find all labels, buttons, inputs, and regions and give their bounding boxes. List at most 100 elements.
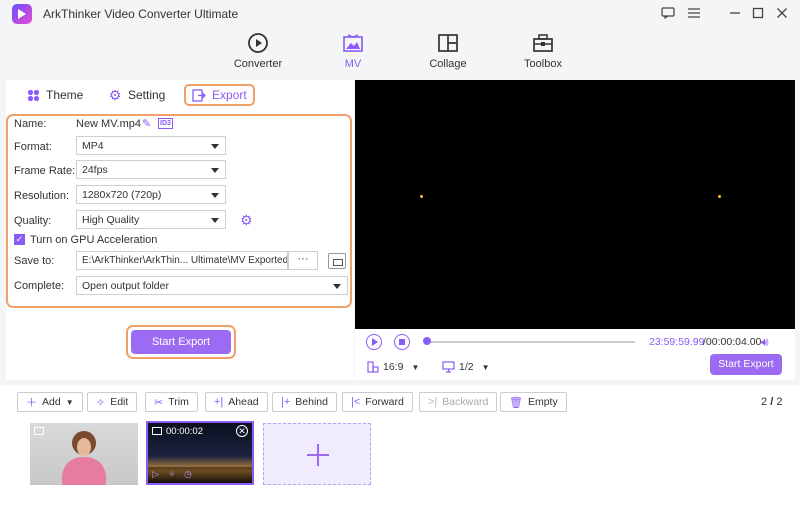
resolution-value: 1280x720 (720p) — [82, 189, 162, 201]
chevron-down-icon — [211, 193, 219, 198]
start-export-highlight: Start Export — [126, 325, 236, 359]
name-label: Name: — [14, 118, 47, 130]
start-export-small-button[interactable]: Start Export — [710, 354, 782, 375]
trim-button[interactable]: ✂ Trim — [145, 392, 198, 412]
quality-settings-gear-icon[interactable]: ⚙ — [240, 212, 253, 229]
tab-theme-label: Theme — [46, 88, 84, 102]
app-logo-icon — [12, 4, 32, 24]
stop-icon — [399, 339, 405, 345]
video-preview[interactable] — [355, 80, 795, 329]
start-export-button[interactable]: Start Export — [131, 330, 231, 354]
progress-track[interactable] — [425, 341, 635, 343]
backward-button[interactable]: >| Backward — [419, 392, 498, 412]
forward-button[interactable]: |< Forward — [342, 392, 413, 412]
clip-thumbnail-selected[interactable]: 00:00:02 ✕ ▷ ✧ ◷ — [146, 421, 254, 485]
menu-icon[interactable] — [686, 5, 702, 21]
add-button[interactable]: ＋ Add ▼ — [17, 392, 83, 412]
progress-handle[interactable] — [423, 337, 431, 345]
minimize-icon[interactable] — [727, 5, 743, 21]
complete-select[interactable]: Open output folder — [76, 276, 348, 295]
nav-collage[interactable]: Collage — [408, 30, 488, 70]
open-folder-icon[interactable] — [328, 253, 346, 269]
chevron-down-icon — [211, 168, 219, 173]
title-bar: ArkThinker Video Converter Ultimate — [0, 0, 800, 26]
thumb-body — [62, 457, 106, 485]
setting-gear-icon: ⚙ — [108, 86, 122, 103]
aspect-ratio-select[interactable]: 16:9 ▼ — [367, 361, 419, 373]
spark-dot — [718, 195, 721, 198]
forward-icon: |< — [351, 396, 361, 408]
tab-theme[interactable]: Theme — [26, 84, 83, 106]
edit-name-icon[interactable]: ✎ — [142, 117, 151, 130]
play-button[interactable] — [366, 334, 382, 350]
browse-button[interactable]: ··· — [288, 251, 318, 270]
behind-button[interactable]: |+ Behind — [272, 392, 337, 412]
gpu-label: Turn on GPU Acceleration — [30, 234, 158, 246]
play-icon — [372, 338, 378, 346]
chat-icon[interactable] — [660, 5, 676, 21]
ahead-button[interactable]: +| Ahead — [205, 392, 268, 412]
close-icon[interactable] — [774, 5, 790, 21]
thumb-face — [77, 438, 91, 456]
backward-label: Backward — [442, 396, 489, 408]
behind-icon: |+ — [281, 396, 291, 408]
pager-total: 2 — [776, 396, 783, 408]
clock-icon[interactable]: ◷ — [184, 469, 192, 480]
id3-tag-icon[interactable]: ID3 — [158, 118, 173, 129]
aspect-ratio-value: 16:9 — [383, 361, 404, 373]
complete-label: Complete: — [14, 280, 65, 292]
nav-collage-label: Collage — [429, 58, 467, 70]
gpu-checkbox[interactable]: ✓ — [14, 234, 25, 245]
monitor-icon — [442, 361, 455, 373]
resolution-select[interactable]: 1280x720 (720p) — [76, 185, 226, 204]
file-name-value: New MV.mp4 — [76, 118, 142, 130]
spark-dot — [420, 195, 423, 198]
nav-mv[interactable]: MV — [313, 30, 393, 70]
app-title: ArkThinker Video Converter Ultimate — [43, 7, 239, 21]
total-time: /00:00:04.00 — [703, 336, 762, 348]
tab-setting[interactable]: ⚙ Setting — [108, 84, 166, 106]
image-icon — [152, 427, 162, 435]
edit-clip-icon[interactable]: ✧ — [168, 469, 176, 480]
chevron-down-icon: ▼ — [65, 397, 74, 407]
chevron-down-icon: ▼ — [411, 362, 420, 372]
export-settings-form: Name: New MV.mp4 ✎ ID3 Format: MP4 Frame… — [6, 114, 352, 308]
volume-icon[interactable]: 🔊︎ — [761, 335, 769, 350]
tab-export[interactable]: Export — [184, 84, 255, 106]
current-time: 23:59:59.99 — [649, 336, 705, 348]
maximize-icon[interactable] — [750, 5, 766, 21]
preview-page-select[interactable]: 1/2 ▼ — [442, 361, 490, 373]
quality-value: High Quality — [82, 214, 140, 226]
clip-thumbnail[interactable] — [30, 423, 138, 485]
quality-label: Quality: — [14, 215, 52, 227]
scissors-icon: ✂ — [154, 396, 164, 409]
nav-converter[interactable]: Converter — [218, 30, 298, 70]
settings-panel: Theme ⚙ Setting Export Name: New MV.mp4 … — [6, 80, 354, 380]
nav-toolbox-label: Toolbox — [524, 58, 562, 70]
remove-clip-icon[interactable]: ✕ — [236, 425, 248, 437]
aspect-ratio-icon — [367, 361, 379, 373]
magic-wand-icon: ✧ — [96, 396, 106, 409]
behind-label: Behind — [295, 396, 328, 408]
chevron-down-icon: ▼ — [481, 362, 490, 372]
saveto-path-field[interactable]: E:\ArkThinker\ArkThin... Ultimate\MV Exp… — [76, 251, 288, 270]
format-value: MP4 — [82, 140, 104, 152]
plus-icon: ＋ — [26, 397, 37, 409]
resolution-label: Resolution: — [14, 190, 70, 202]
ahead-icon: +| — [214, 396, 224, 408]
collage-icon — [438, 34, 458, 52]
framerate-value: 24fps — [82, 164, 108, 176]
clip-action-bar: ▷ ✧ ◷ — [148, 467, 252, 483]
framerate-select[interactable]: 24fps — [76, 160, 226, 179]
edit-button[interactable]: ✧ Edit — [87, 392, 138, 412]
nav-toolbox[interactable]: Toolbox — [503, 30, 583, 70]
empty-button[interactable]: 🗑︎ Empty — [500, 392, 567, 412]
trash-icon: 🗑︎ — [509, 396, 523, 409]
quality-select[interactable]: High Quality — [76, 210, 226, 229]
image-icon — [34, 427, 44, 435]
stop-button[interactable] — [394, 334, 410, 350]
play-icon[interactable]: ▷ — [152, 469, 159, 480]
format-select[interactable]: MP4 — [76, 136, 226, 155]
add-clip-button[interactable] — [263, 423, 371, 485]
chevron-down-icon — [211, 144, 219, 149]
